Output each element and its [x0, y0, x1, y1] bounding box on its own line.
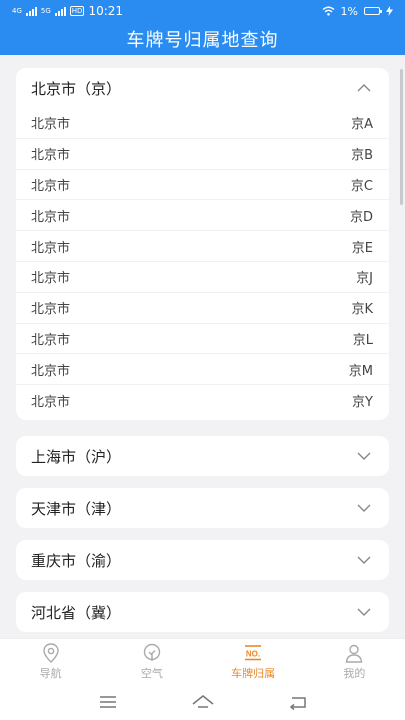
- page-title-bar: 车牌号归属地查询: [0, 22, 405, 55]
- clock: 10:21: [88, 4, 124, 18]
- tab-plate-lookup[interactable]: NO. 车牌归属: [203, 639, 304, 684]
- bottom-tab-bar: 导航 空气 NO. 车牌归属 我的: [0, 638, 405, 684]
- chevron-down-icon[interactable]: [355, 447, 373, 465]
- list-item[interactable]: 北京市 京E: [16, 231, 389, 262]
- list-item[interactable]: 北京市 京D: [16, 200, 389, 232]
- system-nav-bar: [0, 684, 405, 720]
- license-plate-icon: NO.: [245, 645, 262, 661]
- back-icon[interactable]: [286, 692, 310, 712]
- section-title: 上海市（沪）: [31, 447, 122, 466]
- status-left: 4G 5G HD 10:21: [12, 4, 123, 18]
- row-city: 北京市: [31, 302, 71, 318]
- province-list[interactable]: 北京市（京） 北京市 京A 北京市 京B 北京市 京C 北京市 京D 北京市 京E 北京市…: [0, 55, 405, 638]
- signal-icon: [54, 6, 66, 16]
- menu-icon[interactable]: [96, 692, 120, 712]
- home-icon[interactable]: [191, 692, 215, 712]
- person-icon: [346, 644, 363, 663]
- signal-icon: [25, 6, 37, 16]
- row-city: 北京市: [31, 117, 71, 133]
- row-city: 北京市: [31, 148, 71, 164]
- hd-badge: HD: [69, 6, 85, 16]
- list-item[interactable]: 北京市 京M: [16, 354, 389, 386]
- section-card-beijing: 北京市（京） 北京市 京A 北京市 京B 北京市 京C 北京市 京D 北京市 京E 北京市…: [16, 68, 389, 420]
- section-title: 北京市（京）: [31, 79, 122, 98]
- row-code: 京K: [351, 302, 373, 318]
- section-card-chongqing[interactable]: 重庆市（渝）: [16, 540, 389, 580]
- row-code: 京A: [351, 117, 373, 133]
- wifi-icon: [322, 6, 334, 16]
- section-header[interactable]: 天津市（津）: [16, 488, 389, 528]
- list-item[interactable]: 北京市 京A: [16, 108, 389, 139]
- row-city: 北京市: [31, 395, 71, 411]
- row-city: 北京市: [31, 178, 71, 194]
- row-code: 京C: [350, 178, 373, 194]
- section-header[interactable]: 上海市（沪）: [16, 436, 389, 476]
- chevron-up-icon[interactable]: [355, 79, 373, 97]
- network-left-label: 4G: [12, 6, 22, 15]
- list-item[interactable]: 北京市 京C: [16, 170, 389, 201]
- battery-icon: [364, 7, 382, 15]
- section-title: 天津市（津）: [31, 499, 122, 518]
- list-item[interactable]: 北京市 京J: [16, 262, 389, 293]
- list-item[interactable]: 北京市 京Y: [16, 385, 389, 416]
- tab-label: 空气: [140, 667, 163, 680]
- section-title: 河北省（冀）: [31, 603, 122, 622]
- chevron-down-icon[interactable]: [355, 499, 373, 517]
- row-city: 北京市: [31, 271, 71, 287]
- row-city: 北京市: [31, 332, 71, 348]
- section-card-hebei[interactable]: 河北省（冀）: [16, 592, 389, 632]
- section-header[interactable]: 河北省（冀）: [16, 592, 389, 632]
- tab-air[interactable]: 空气: [101, 639, 202, 684]
- scrollbar[interactable]: [400, 69, 403, 205]
- row-city: 北京市: [31, 209, 71, 225]
- tab-label: 车牌归属: [231, 667, 276, 680]
- row-code: 京L: [352, 332, 373, 348]
- row-code: 京Y: [352, 395, 373, 411]
- status-bar: 4G 5G HD 10:21 1%: [0, 0, 405, 22]
- section-header[interactable]: 重庆市（渝）: [16, 540, 389, 580]
- row-code: 京B: [351, 148, 373, 164]
- list-item[interactable]: 北京市 京L: [16, 324, 389, 355]
- tab-navigation[interactable]: 导航: [0, 639, 101, 684]
- chevron-down-icon[interactable]: [355, 603, 373, 621]
- charging-icon: [386, 6, 393, 16]
- row-code: 京J: [356, 271, 373, 287]
- section-title: 重庆市（渝）: [31, 551, 122, 570]
- row-code: 京E: [351, 240, 373, 256]
- row-code: 京D: [349, 209, 373, 225]
- chevron-down-icon[interactable]: [355, 551, 373, 569]
- leaf-icon: [143, 643, 161, 661]
- tab-label: 我的: [343, 667, 366, 680]
- section-rows: 北京市 京A 北京市 京B 北京市 京C 北京市 京D 北京市 京E 北京市 京J 北京市京…: [16, 108, 389, 420]
- section-card-tianjin[interactable]: 天津市（津）: [16, 488, 389, 528]
- tab-label: 导航: [39, 667, 62, 680]
- location-pin-icon: [42, 643, 59, 663]
- battery-percent: 1%: [340, 4, 358, 18]
- status-right: 1%: [322, 5, 393, 18]
- page-title: 车牌号归属地查询: [126, 29, 279, 51]
- row-city: 北京市: [31, 363, 71, 379]
- plate-icon-text: NO.: [246, 650, 260, 659]
- list-item[interactable]: 北京市 京B: [16, 139, 389, 170]
- network-right-label: 5G: [40, 6, 51, 15]
- row-city: 北京市: [31, 240, 71, 256]
- tab-mine[interactable]: 我的: [304, 639, 405, 684]
- list-item[interactable]: 北京市 京K: [16, 293, 389, 324]
- section-header[interactable]: 北京市（京）: [16, 68, 389, 108]
- row-code: 京M: [348, 363, 373, 379]
- section-card-shanghai[interactable]: 上海市（沪）: [16, 436, 389, 476]
